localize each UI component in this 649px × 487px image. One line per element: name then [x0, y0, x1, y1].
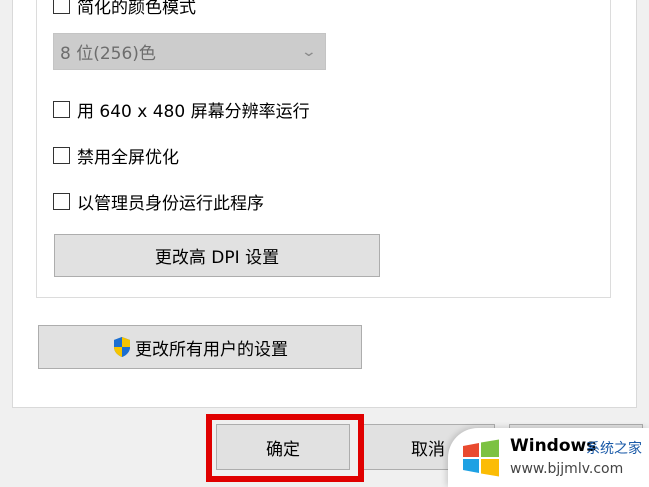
run-as-admin-row[interactable]: 以管理员身份运行此程序: [53, 190, 264, 214]
change-high-dpi-button[interactable]: 更改高 DPI 设置: [54, 234, 380, 277]
run-640x480-checkbox[interactable]: [53, 100, 70, 118]
watermark-url: www.bjjmlv.com: [510, 461, 624, 477]
color-mode-select[interactable]: 8 位(256)色 ⌄: [53, 33, 326, 70]
chevron-down-icon: ⌄: [300, 43, 318, 60]
ok-button-highlight: [206, 414, 364, 482]
run-as-admin-label: 以管理员身份运行此程序: [77, 193, 264, 214]
change-high-dpi-label: 更改高 DPI 设置: [154, 248, 280, 268]
compatibility-dialog: 简化的颜色模式 8 位(256)色 ⌄ 用 640 x 480 屏幕分辨率运行 …: [0, 0, 649, 487]
reduced-color-mode-checkbox[interactable]: [53, 0, 70, 14]
run-640x480-row[interactable]: 用 640 x 480 屏幕分辨率运行: [53, 98, 310, 122]
uac-shield-icon: [114, 337, 130, 357]
reduced-color-mode-label: 简化的颜色模式: [77, 0, 196, 18]
change-all-users-label: 更改所有用户的设置: [135, 339, 288, 360]
run-as-admin-checkbox[interactable]: [53, 192, 70, 210]
reduced-color-mode-row[interactable]: 简化的颜色模式: [53, 0, 196, 18]
cancel-label: 取消: [411, 439, 445, 460]
disable-fullscreen-checkbox[interactable]: [53, 146, 70, 164]
disable-fullscreen-row[interactable]: 禁用全屏优化: [53, 144, 179, 168]
disable-fullscreen-label: 禁用全屏优化: [77, 147, 179, 168]
watermark-title: Windows: [510, 436, 597, 456]
windows-logo-icon: [463, 439, 499, 477]
watermark-badge: Windows 系统之家 www.bjjmlv.com: [448, 428, 649, 487]
color-mode-select-value: 8 位(256)色: [60, 44, 156, 64]
change-all-users-button[interactable]: 更改所有用户的设置: [38, 325, 362, 369]
run-640x480-label: 用 640 x 480 屏幕分辨率运行: [77, 101, 310, 122]
watermark-chinese: 系统之家: [586, 441, 642, 457]
